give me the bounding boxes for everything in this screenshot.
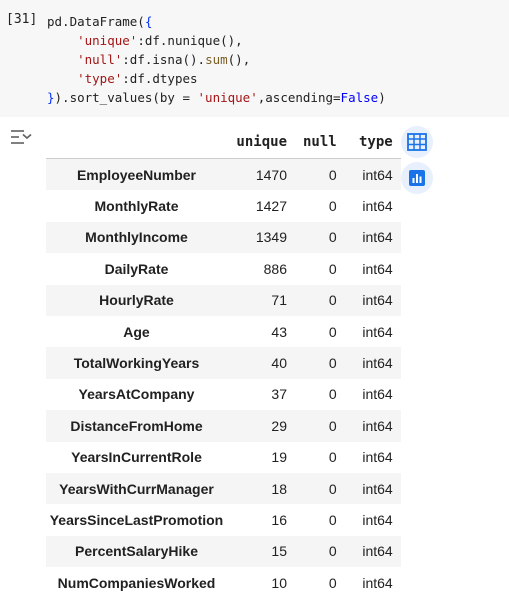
row-index: YearsAtCompany [78,386,195,403]
code-line-5: }).sort_values(by = 'unique',ascending=F… [47,90,386,105]
code-line-2: 'unique':df.nunique(), [77,33,243,48]
cell-null: 0 [328,355,337,372]
code-line-3: 'null':df.isna().sum(), [77,52,251,67]
table-row: YearsInCurrentRole 19 0 int64 [46,441,401,473]
cell-type: int64 [362,166,393,183]
row-index: MonthlyRate [94,198,179,215]
code-line: 'null':df.isna().sum(), [47,52,250,67]
cell-unique: 886 [263,260,287,277]
cell-type: int64 [362,574,393,591]
cell-unique: 1427 [255,198,287,215]
table-row: YearsSinceLastPromotion 16 0 int64 [46,504,401,536]
table-row: YearsAtCompany 37 0 int64 [46,378,401,411]
row-index: DistanceFromHome [70,417,203,434]
row-index: EmployeeNumber [76,166,197,183]
table-row: HourlyRate 71 0 int64 [46,284,401,316]
table-row: MonthlyRate 1427 0 int64 [46,190,401,222]
cell-null: 0 [328,574,337,591]
cell-unique: 10 [271,574,287,591]
cell-null: 0 [328,417,337,434]
table-row: DailyRate 886 0 int64 [46,253,401,285]
row-index: DailyRate [104,260,169,277]
code-editor[interactable]: pd.DataFrame({ 'unique':df.nunique(), 'n… [47,12,386,107]
row-index: HourlyRate [99,292,174,309]
row-index: Age [123,323,150,340]
code-line: 'type':df.dtypes [47,71,198,86]
cell-unique: 37 [271,386,287,403]
column-header-null: null [295,126,345,159]
cell-null: 0 [328,449,337,466]
row-index: YearsInCurrentRole [71,449,202,466]
dataframe-table: unique null type EmployeeNumber 1470 0 int6… [46,126,401,598]
code-line: }).sort_values(by = 'unique',ascending=F… [47,90,386,105]
cell-unique: 40 [271,355,287,372]
table-row: NumCompaniesWorked 10 0 int64 [46,567,401,598]
cell-null: 0 [328,480,337,497]
row-index: TotalWorkingYears [73,355,200,372]
cell-type: int64 [362,417,393,434]
cell-null: 0 [328,260,337,277]
table-row: MonthlyIncome 1349 0 int64 [46,221,401,254]
code-line-4: 'type':df.dtypes [77,71,198,86]
cell-null: 0 [328,543,337,560]
table-row: YearsWithCurrManager 18 0 int64 [46,472,401,505]
cell-type: int64 [362,229,393,246]
row-index: PercentSalaryHike [75,543,198,560]
row-index: YearsSinceLastPromotion [49,511,224,528]
cell-type: int64 [362,480,393,497]
cell-null: 0 [328,166,337,183]
cell-unique: 71 [271,292,287,309]
table-row: Age 43 0 int64 [46,315,401,348]
execution-count: [31] [6,12,38,27]
cell-type: int64 [362,355,393,372]
cell-unique: 15 [271,543,287,560]
cell-unique: 16 [271,511,287,528]
cell-type: int64 [362,323,393,340]
table-row: PercentSalaryHike 15 0 int64 [46,535,401,568]
cell-type: int64 [362,292,393,309]
row-index: MonthlyIncome [85,229,188,246]
output-toggle-icon[interactable] [10,128,32,146]
cell-unique: 29 [271,417,287,434]
index-header [46,126,227,159]
table-row: EmployeeNumber 1470 0 int64 [46,158,401,191]
cell-type: int64 [362,543,393,560]
code-cell[interactable]: [31] pd.DataFrame({ 'unique':df.nunique(… [0,0,509,117]
code-line: pd.DataFrame({ [47,14,152,29]
cell-null: 0 [328,323,337,340]
cell-unique: 1349 [255,229,287,246]
cell-unique: 18 [271,480,287,497]
cell-unique: 19 [271,449,287,466]
row-index: NumCompaniesWorked [57,574,216,591]
cell-type: int64 [362,449,393,466]
column-header-type: type [344,126,401,159]
cell-unique: 1470 [255,166,287,183]
table-row: TotalWorkingYears 40 0 int64 [46,347,401,379]
cell-type: int64 [362,386,393,403]
cell-null: 0 [328,198,337,215]
code-line-1: pd.DataFrame({ [47,14,153,29]
cell-null: 0 [328,511,337,528]
cell-unique: 43 [271,323,287,340]
bar-chart-icon[interactable] [401,162,433,194]
cell-type: int64 [362,511,393,528]
header-row: unique null type [46,126,401,159]
cell-type: int64 [362,260,393,277]
column-header-unique: unique [227,126,295,159]
cell-null: 0 [328,386,337,403]
table-icon[interactable] [401,126,433,158]
cell-type: int64 [362,198,393,215]
code-line: 'unique':df.nunique(), [47,33,243,48]
cell-null: 0 [328,229,337,246]
row-index: YearsWithCurrManager [59,480,214,497]
table-row: DistanceFromHome 29 0 int64 [46,410,401,442]
cell-null: 0 [328,292,337,309]
